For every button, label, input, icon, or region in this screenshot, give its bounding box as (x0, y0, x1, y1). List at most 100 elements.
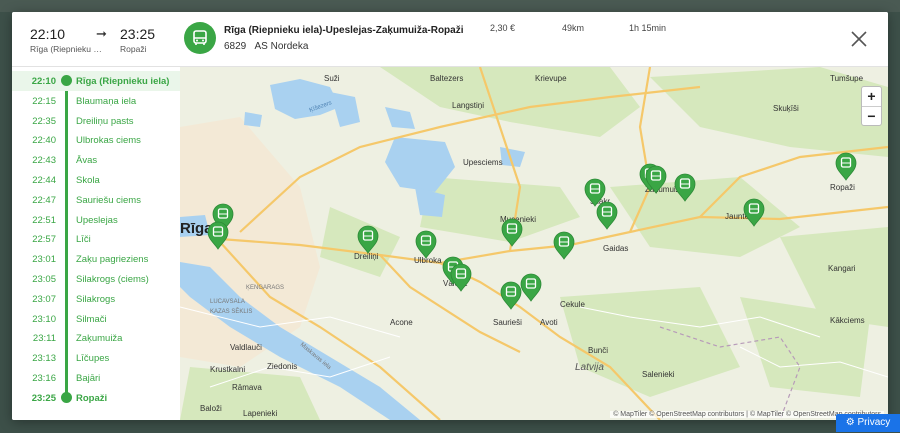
map-label: Bunči (588, 346, 608, 355)
stop-row[interactable]: 23:11 Zaķumuiža (12, 328, 180, 348)
stop-row[interactable]: 22:35 Dreiliņu pasts (12, 111, 180, 131)
stop-time: 22:10 (31, 76, 56, 87)
stop-name: Ulbrokas ciems (76, 135, 141, 147)
timeline-dot (61, 391, 72, 403)
stop-name: Zaķu pagrieziens (76, 254, 149, 266)
stop-name: Dreiliņu pasts (76, 115, 134, 127)
map-label-country: Latvija (575, 362, 604, 373)
ticket-price: 2,30 € (490, 23, 516, 33)
stop-name: Āvas (76, 155, 98, 167)
stop-row[interactable]: 22:47 Sauriešu ciems (12, 190, 180, 210)
route-number: 6829 (224, 41, 247, 52)
departure-time: 22:10 (30, 26, 66, 42)
map-label: Dreiliņi (354, 252, 379, 261)
stop-row[interactable]: 23:10 Silmači (12, 309, 180, 329)
stop-time: 23:05 (32, 274, 56, 285)
stop-row[interactable]: 23:25 Ropaži (12, 388, 180, 408)
map-label: Saurieši (493, 318, 522, 327)
stop-name: Rīga (Riepnieku iela) (76, 76, 170, 87)
stop-list: 22:10 Rīga (Riepnieku iela) 22:15 Blaumaņa … (12, 67, 181, 420)
map-label: Ropaži (830, 183, 855, 192)
stop-row[interactable]: 22:44 Skola (12, 170, 180, 190)
map-canvas[interactable]: Suži Baltezers Krievupe Tumšupe Langstiņ… (180, 67, 888, 420)
stop-row[interactable]: 22:57 Līči (12, 229, 180, 249)
map-label: Skuķīši (773, 104, 799, 113)
route-map[interactable]: Suži Baltezers Krievupe Tumšupe Langstiņ… (180, 67, 888, 420)
map-label: Kākciems (830, 316, 865, 325)
departure-stop: Rīga (Riepnieku iela) (30, 44, 102, 54)
map-label: Tumšupe (830, 74, 864, 83)
zoom-in-button[interactable]: + (862, 87, 881, 107)
map-label: Avoti (540, 318, 558, 327)
stop-name: Upeslejas (76, 214, 118, 226)
map-label: Ulbroka (414, 256, 442, 265)
stop-row[interactable]: 23:07 Silakrogs (12, 289, 180, 309)
map-label: Lapenieki (243, 409, 277, 418)
route-name: Rīga (Riepnieku iela)-Upeslejas-Zaķumuiž… (224, 25, 464, 36)
stop-name: Silakrogs (76, 293, 116, 305)
arrival-stop: Ropaži (120, 44, 147, 54)
stop-time: 23:01 (32, 254, 56, 266)
privacy-label: Privacy (857, 417, 891, 428)
stop-time: 23:10 (32, 313, 56, 325)
map-label: Ziedonis (267, 362, 297, 371)
stop-time: 23:25 (31, 392, 56, 404)
stop-row[interactable]: 22:10 Rīga (Riepnieku iela) (12, 71, 180, 91)
page-backdrop (0, 0, 900, 12)
stop-name: Bajāri (76, 373, 101, 384)
stop-row[interactable]: 22:43 Āvas (12, 150, 180, 170)
stop-time: 22:47 (32, 194, 56, 206)
map-label: LUCAVSALA (210, 299, 245, 305)
route-meta: 6829 AS Nordeka (224, 41, 314, 52)
stop-time: 22:44 (32, 175, 56, 186)
stop-time: 22:40 (32, 135, 56, 147)
stop-name: Līčupes (76, 353, 110, 365)
stop-row[interactable]: 22:40 Ulbrokas ciems (12, 130, 180, 150)
map-label: Valdlauči (230, 343, 262, 352)
map-label: Krievupe (535, 74, 567, 83)
stop-row[interactable]: 22:15 Blaumaņa iela (12, 91, 180, 111)
stop-time: 22:35 (32, 115, 56, 127)
bus-icon (184, 22, 216, 54)
stop-name: Skola (76, 175, 100, 186)
stop-name: Silakrogs (ciems) (76, 274, 149, 285)
stop-time: 23:07 (32, 293, 56, 305)
map-label: Kangari (828, 264, 856, 273)
map-label: Salenieki (642, 370, 675, 379)
operator-name: AS Nordeka (254, 41, 309, 52)
map-label: Baloži (200, 404, 222, 413)
map-label: Rāmava (232, 383, 262, 392)
arrow-right-icon: ➞ (96, 26, 107, 41)
timeline-dot (61, 75, 72, 86)
stop-row[interactable]: 22:51 Upeslejas (12, 210, 180, 230)
stop-time: 23:16 (32, 373, 56, 384)
privacy-button[interactable]: ⚙ Privacy (836, 414, 900, 432)
route-duration: 1h 15min (629, 23, 667, 33)
stop-row[interactable]: 23:01 Zaķu pagrieziens (12, 249, 180, 269)
zoom-out-button[interactable]: − (862, 107, 881, 126)
zoom-control: + − (861, 86, 882, 126)
stop-name: Sauriešu ciems (76, 194, 141, 206)
stop-name: Līči (76, 234, 91, 246)
map-label: Gaidas (603, 244, 628, 253)
stop-time: 22:57 (32, 234, 56, 246)
map-label: Baltezers (430, 74, 463, 83)
stop-name: Blaumaņa iela (76, 95, 137, 107)
route-header: 22:10 ➞ 23:25 Rīga (Riepnieku iela) Ropa… (12, 12, 888, 67)
map-label: Upesciems (463, 158, 503, 167)
stop-row[interactable]: 23:13 Līčupes (12, 348, 180, 368)
close-icon[interactable] (850, 30, 868, 48)
map-label: Krustkalni (210, 365, 245, 374)
stop-time: 23:13 (32, 353, 56, 365)
route-distance: 49km (562, 23, 585, 33)
stop-time: 22:15 (32, 95, 56, 107)
map-label: KAZAS SĒKLIS (210, 308, 252, 315)
stop-row[interactable]: 23:16 Bajāri (12, 368, 180, 388)
map-label: ĶENGARAGS (246, 285, 284, 291)
map-label: Suži (324, 74, 340, 83)
arrival-time: 23:25 (120, 26, 156, 42)
stop-name: Zaķumuiža (76, 333, 123, 345)
stop-time: 23:11 (32, 333, 56, 345)
stop-row[interactable]: 23:05 Silakrogs (ciems) (12, 269, 180, 289)
stop-name: Ropaži (76, 392, 108, 404)
